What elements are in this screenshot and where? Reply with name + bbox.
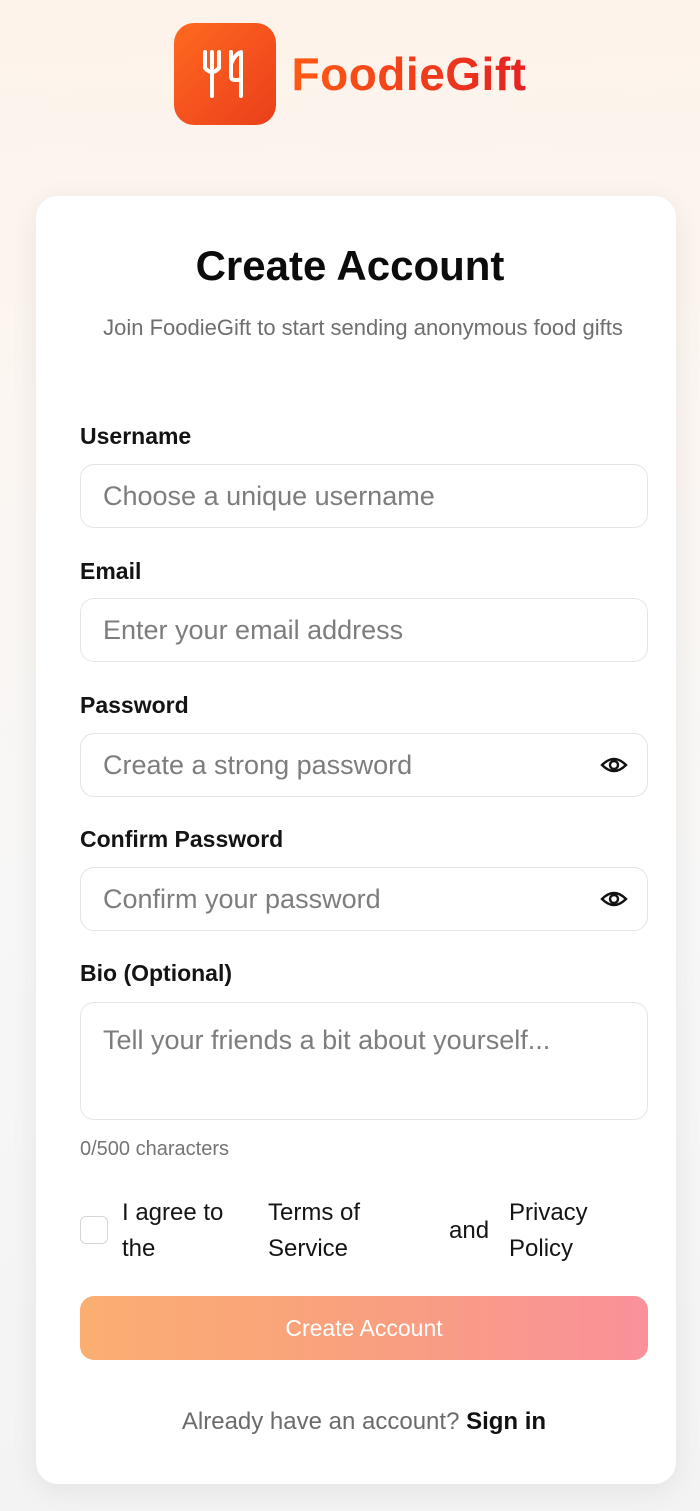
privacy-link-line2: Policy: [509, 1235, 574, 1262]
create-account-button[interactable]: Create Account: [80, 1296, 648, 1360]
confirm-password-field[interactable]: [80, 867, 648, 931]
confirm-password-label: Confirm Password: [80, 826, 284, 852]
eye-icon[interactable]: [599, 750, 629, 780]
page-subtitle: Join FoodieGift to start sending anonymo…: [103, 315, 623, 340]
username-input[interactable]: [103, 480, 647, 512]
email-input[interactable]: [103, 614, 647, 646]
privacy-policy-link[interactable]: Privacy Policy: [509, 1195, 588, 1267]
username-field[interactable]: [80, 464, 648, 528]
password-field[interactable]: [80, 733, 648, 797]
agree-text-line2: the: [122, 1235, 156, 1262]
terms-link-line2: Service: [268, 1235, 349, 1262]
app-header: FoodieGift: [0, 22, 700, 126]
bio-label: Bio (Optional): [80, 960, 233, 986]
email-field[interactable]: [80, 598, 648, 662]
privacy-link-line1: Privacy: [509, 1199, 588, 1226]
fork-knife-icon: [173, 23, 276, 125]
page-title: Create Account: [195, 242, 505, 289]
bio-field[interactable]: [80, 1002, 648, 1120]
bio-textarea[interactable]: [103, 1025, 647, 1105]
signin-prompt-text: Already have an account?: [181, 1408, 460, 1435]
agree-text: I agree to the: [122, 1195, 223, 1267]
terms-link-line1: Terms of: [268, 1199, 361, 1226]
character-counter: 0/500 characters: [80, 1138, 229, 1160]
sign-in-link[interactable]: Sign in: [466, 1408, 546, 1435]
eye-icon[interactable]: [599, 884, 629, 914]
brand-name: FoodieGift: [291, 48, 527, 100]
password-label: Password: [80, 692, 189, 718]
terms-of-service-link[interactable]: Terms of Service: [268, 1195, 360, 1267]
email-label: Email: [80, 558, 142, 584]
password-input[interactable]: [103, 749, 647, 781]
username-label: Username: [80, 423, 192, 449]
signin-prompt: Already have an account? Sign in: [0, 1408, 700, 1436]
confirm-password-input[interactable]: [103, 883, 647, 915]
and-text: and: [449, 1217, 490, 1244]
agree-text-line1: I agree to: [122, 1199, 224, 1226]
terms-checkbox[interactable]: [80, 1216, 108, 1244]
